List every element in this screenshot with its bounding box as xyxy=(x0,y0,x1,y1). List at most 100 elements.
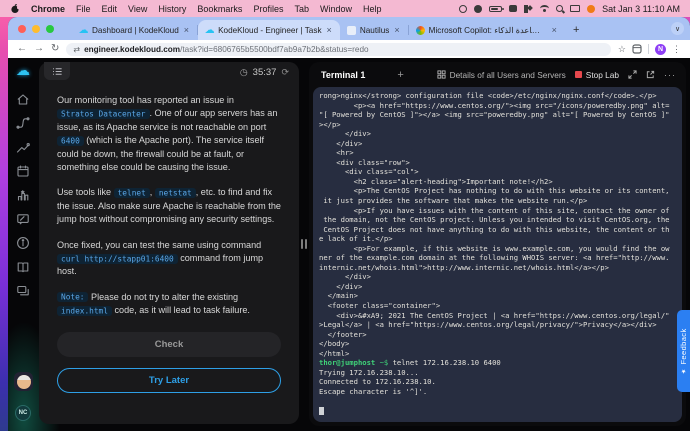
task-paragraph-2: Once fixed, you can test the same using … xyxy=(57,239,264,277)
sidebar-item-home[interactable] xyxy=(16,92,30,106)
terminal-line: <hr> xyxy=(319,148,354,158)
task-list-toggle[interactable] xyxy=(44,62,70,80)
wifi-icon[interactable] xyxy=(540,5,550,12)
sidebar-item-info[interactable] xyxy=(16,236,30,250)
terminal-line xyxy=(319,406,676,416)
browser-tab-2[interactable]: Nautilus × xyxy=(340,20,408,40)
task-paragraph-3: Note: Please do not try to alter the exi… xyxy=(57,291,281,318)
panel-resize-handle[interactable] xyxy=(301,239,307,249)
terminal-line: <p>If you have issues with the content o… xyxy=(319,205,670,215)
stop-lab-button[interactable]: Stop Lab xyxy=(574,70,619,80)
controller-icon[interactable] xyxy=(459,4,468,13)
user-avatar[interactable] xyxy=(14,372,33,391)
close-tab-icon[interactable]: × xyxy=(393,25,400,35)
menu-item-tab[interactable]: Tab xyxy=(294,4,309,14)
nc-badge[interactable]: NC xyxy=(15,405,31,421)
apple-icon[interactable] xyxy=(10,3,20,14)
new-terminal-icon[interactable]: + xyxy=(397,69,403,81)
vpn-icon[interactable] xyxy=(474,4,483,13)
home-icon xyxy=(17,94,29,105)
menubar-clock[interactable]: Sat Jan 3 11:10 AM xyxy=(602,4,680,14)
terminal-line: </body> xyxy=(319,339,350,349)
close-window-button[interactable] xyxy=(18,25,26,33)
zoom-window-button[interactable] xyxy=(46,25,54,33)
terminal-line: Connected to 172.16.238.10. xyxy=(319,377,436,387)
chrome-window: ☁ Dashboard | KodeKloud × ☁ KodeKloud - Engi… xyxy=(8,17,690,431)
sidebar-item-docs[interactable] xyxy=(16,260,30,274)
browser-tab-0[interactable]: ☁ Dashboard | KodeKloud × xyxy=(72,20,197,40)
browser-tab-1[interactable]: ☁ KodeKloud - Engineer | Task × xyxy=(198,20,340,40)
inline-code: netstat xyxy=(154,187,196,198)
details-users-servers-button[interactable]: Details of all Users and Servers xyxy=(437,70,566,80)
battery-icon[interactable] xyxy=(489,5,505,12)
browser-menu-icon[interactable]: ⋮ xyxy=(672,44,681,55)
sidebar-item-leaderboard[interactable] xyxy=(16,188,30,202)
terminal-line: <div>&#xA9; 2021 The CentOS Project | <a… xyxy=(319,310,670,320)
display-icon[interactable] xyxy=(570,5,581,12)
refresh-icon[interactable]: ⟳ xyxy=(281,67,289,78)
terminal-panel: Terminal 1 + Details of all Users and Se… xyxy=(309,62,686,426)
avatar-face-icon xyxy=(16,374,31,389)
menu-item-chrome[interactable]: Chrome xyxy=(31,4,65,14)
tab-strip: ☁ Dashboard | KodeKloud × ☁ KodeKloud - Engi… xyxy=(8,17,690,40)
browser-tab-3[interactable]: Microsoft Copilot: مساعدة الذكاء AI × xyxy=(409,20,565,40)
sidebar-item-feedback-edit[interactable] xyxy=(16,212,30,226)
address-bar[interactable]: ⇄ engineer.kodekloud.com/task?id=6806765… xyxy=(66,42,611,56)
minimize-window-button[interactable] xyxy=(32,25,40,33)
sparkle-icon: ★ xyxy=(681,366,687,375)
inline-code: index.html xyxy=(57,305,112,316)
menu-item-help[interactable]: Help xyxy=(363,4,382,14)
terminal-tab[interactable]: Terminal 1 xyxy=(319,70,367,80)
search-icon[interactable] xyxy=(556,5,564,12)
virtualbox-icon[interactable] xyxy=(509,5,518,12)
tab-search-chevron[interactable]: ∨ xyxy=(671,22,684,35)
task-paragraph-0: Our monitoring tool has reported an issu… xyxy=(57,95,278,173)
browser-windows-icon[interactable] xyxy=(632,44,642,54)
sidebar-item-calendar[interactable] xyxy=(16,164,30,178)
terminal-line: Escape character is '^]'. xyxy=(319,386,428,396)
bookmark-star-icon[interactable]: ☆ xyxy=(618,44,626,55)
terminal-line: <p>For example, if this website is www.e… xyxy=(319,243,670,253)
menu-item-file[interactable]: File xyxy=(76,4,91,14)
terminal-tab-bar: Terminal 1 + Details of all Users and Se… xyxy=(309,62,686,87)
stop-icon xyxy=(574,71,582,78)
open-new-window-icon[interactable] xyxy=(646,70,655,79)
kodekloud-cloud-favicon-icon: ☁ xyxy=(78,24,89,36)
volume-icon[interactable] xyxy=(524,4,533,13)
check-button[interactable]: Check xyxy=(57,331,281,357)
back-icon[interactable]: ← xyxy=(17,44,27,54)
close-tab-icon[interactable]: × xyxy=(326,25,333,35)
sidebar-item-route[interactable] xyxy=(16,116,30,130)
inline-code: curl http://stapp01:6400 xyxy=(57,253,178,264)
profile-avatar[interactable]: N xyxy=(655,43,666,55)
sidebar-item-chat[interactable] xyxy=(16,284,30,298)
menu-item-window[interactable]: Window xyxy=(320,4,352,14)
recording-dot-icon[interactable] xyxy=(587,4,596,13)
new-tab-button[interactable]: + xyxy=(565,24,587,36)
site-permissions-icon[interactable]: ⇄ xyxy=(73,45,80,54)
more-options-icon[interactable]: ··· xyxy=(664,70,676,80)
close-tab-icon[interactable]: × xyxy=(183,25,190,35)
docs-icon xyxy=(17,262,29,273)
menu-item-profiles[interactable]: Profiles xyxy=(253,4,283,14)
task-paragraph-1: Use tools like telnet, netstat, etc. to … xyxy=(57,187,281,225)
reload-icon[interactable]: ↻ xyxy=(51,44,59,54)
sidebar-item-progress[interactable] xyxy=(16,140,30,154)
menu-item-bookmarks[interactable]: Bookmarks xyxy=(197,4,242,14)
feedback-button[interactable]: ★ Feedback xyxy=(677,310,690,392)
menu-item-view[interactable]: View xyxy=(128,4,147,14)
kodekloud-logo-icon[interactable]: ☁ xyxy=(8,62,38,79)
terminal-line: <p><a href="https://www.centos.org/"><im… xyxy=(319,100,670,110)
menu-item-history[interactable]: History xyxy=(158,4,186,14)
forward-icon[interactable]: → xyxy=(34,44,44,54)
expand-icon[interactable] xyxy=(628,70,637,79)
terminal-screen[interactable]: rong>nginx</strong> configuration file <… xyxy=(313,87,682,422)
menu-item-edit[interactable]: Edit xyxy=(102,4,118,14)
try-later-button[interactable]: Try Later xyxy=(57,367,281,393)
terminal-line: </div> xyxy=(319,281,363,291)
macos-menubar: Chrome File Edit View History Bookmarks Profil… xyxy=(0,0,690,17)
menubar-status-area: Sat Jan 3 11:10 AM xyxy=(459,4,680,14)
close-tab-icon[interactable]: × xyxy=(551,25,558,35)
terminal-line: </div> xyxy=(319,138,363,148)
copilot-favicon-icon xyxy=(415,25,425,35)
